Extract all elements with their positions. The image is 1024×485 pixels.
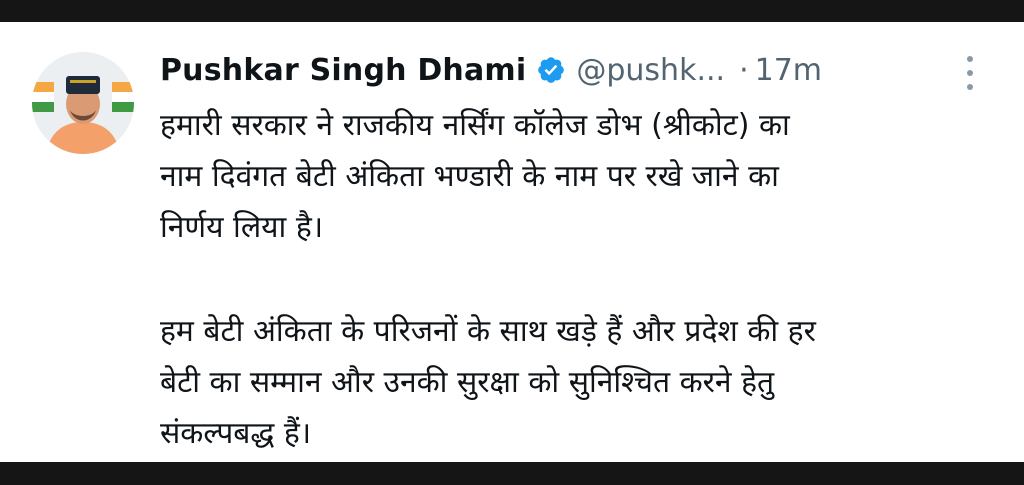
top-dark-band (0, 0, 1024, 22)
avatar-image (32, 52, 134, 154)
more-options-icon[interactable] (958, 56, 982, 90)
tweet-timestamp[interactable]: 17m (755, 53, 822, 88)
bottom-dark-band (0, 462, 1024, 485)
tweet-text: हमारी सरकार ने राजकीय नर्सिंग कॉलेज डोभ … (160, 100, 1000, 459)
tweet-line: संकल्पबद्ध हैं। (160, 416, 312, 451)
tweet-line: निर्णय लिया है। (160, 210, 324, 245)
tweet-line: हमारी सरकार ने राजकीय नर्सिंग कॉलेज डोभ … (160, 108, 790, 143)
more-dot (967, 70, 973, 76)
tweet-paragraph: हम बेटी अंकिता के परिजनों के साथ खड़े है… (160, 306, 1000, 459)
tweet-line: हम बेटी अंकिता के परिजनों के साथ खड़े है… (160, 314, 816, 349)
more-dot (967, 56, 973, 62)
more-dot (967, 84, 973, 90)
tweet-paragraph: हमारी सरकार ने राजकीय नर्सिंग कॉलेज डोभ … (160, 100, 1000, 253)
author-name[interactable]: Pushkar Singh Dhami (160, 53, 526, 88)
tweet-card[interactable]: Pushkar Singh Dhami @pushk... · 17m हमार… (0, 22, 1024, 462)
author-handle[interactable]: @pushk... (576, 53, 725, 88)
separator-dot: · (739, 52, 749, 88)
tweet-line: नाम दिवंगत बेटी अंकिता भण्डारी के नाम पर… (160, 159, 779, 194)
tweet-header: Pushkar Singh Dhami @pushk... · 17m (160, 50, 822, 90)
avatar[interactable] (32, 52, 134, 154)
verified-badge-icon (536, 55, 566, 85)
tweet-line: बेटी का सम्मान और उनकी सुरक्षा को सुनिश्… (160, 365, 775, 400)
